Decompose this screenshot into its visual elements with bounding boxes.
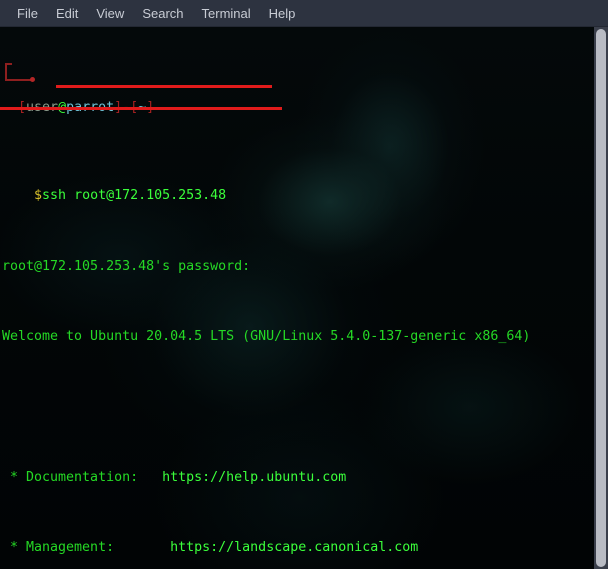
prompt-bracket-open: [ <box>18 100 27 116</box>
menu-item-help[interactable]: Help <box>260 3 305 24</box>
terminal-screen[interactable]: [user@parrot]-[~] $ssh root@172.105.253.… <box>0 27 608 569</box>
terminal-window: File Edit View Search Terminal Help [use… <box>0 0 608 569</box>
menu-item-search[interactable]: Search <box>133 3 192 24</box>
prompt-cwd: ~ <box>138 100 147 116</box>
management-line: * Management: https://landscape.canonica… <box>2 539 608 557</box>
menu-item-edit[interactable]: Edit <box>47 3 87 24</box>
management-label: * Management: <box>2 540 115 556</box>
menu-bar: File Edit View Search Terminal Help <box>0 0 608 27</box>
prompt-dollar-sign: $ <box>34 188 43 204</box>
prompt-cwd-bracket-open: [ <box>130 100 139 116</box>
prompt-at-symbol: @ <box>58 100 67 116</box>
password-prompt-text: root@172.105.253.48's password: <box>2 258 251 274</box>
welcome-text: Welcome to Ubuntu 20.04.5 LTS (GNU/Linux… <box>2 329 531 345</box>
prompt-dash: - <box>122 100 131 116</box>
vertical-scrollbar[interactable] <box>594 27 608 569</box>
documentation-url[interactable]: https://help.ubuntu.com <box>162 470 346 485</box>
prompt-host: parrot <box>66 100 115 116</box>
prompt-cwd-bracket-close: ] <box>146 100 155 116</box>
management-url[interactable]: https://landscape.canonical.com <box>170 540 418 555</box>
documentation-line: * Documentation: https://help.ubuntu.com <box>2 469 608 487</box>
scrollbar-thumb[interactable] <box>596 29 606 567</box>
password-prompt-line: root@172.105.253.48's password: <box>2 258 608 276</box>
shell-prompt-line-1: [user@parrot]-[~] <box>2 99 608 117</box>
shell-prompt-line-2: $ssh root@172.105.253.48 <box>2 187 608 205</box>
menu-item-terminal[interactable]: Terminal <box>193 3 260 24</box>
menu-item-file[interactable]: File <box>8 3 47 24</box>
prompt-user: user <box>26 100 59 116</box>
menu-item-view[interactable]: View <box>87 3 133 24</box>
welcome-line: Welcome to Ubuntu 20.04.5 LTS (GNU/Linux… <box>2 328 608 346</box>
prompt-bracket-close: ] <box>114 100 123 116</box>
documentation-label: * Documentation: <box>2 469 139 485</box>
ssh-command-text: ssh root@172.105.253.48 <box>42 188 227 204</box>
terminal-output: [user@parrot]-[~] $ssh root@172.105.253.… <box>0 27 608 569</box>
